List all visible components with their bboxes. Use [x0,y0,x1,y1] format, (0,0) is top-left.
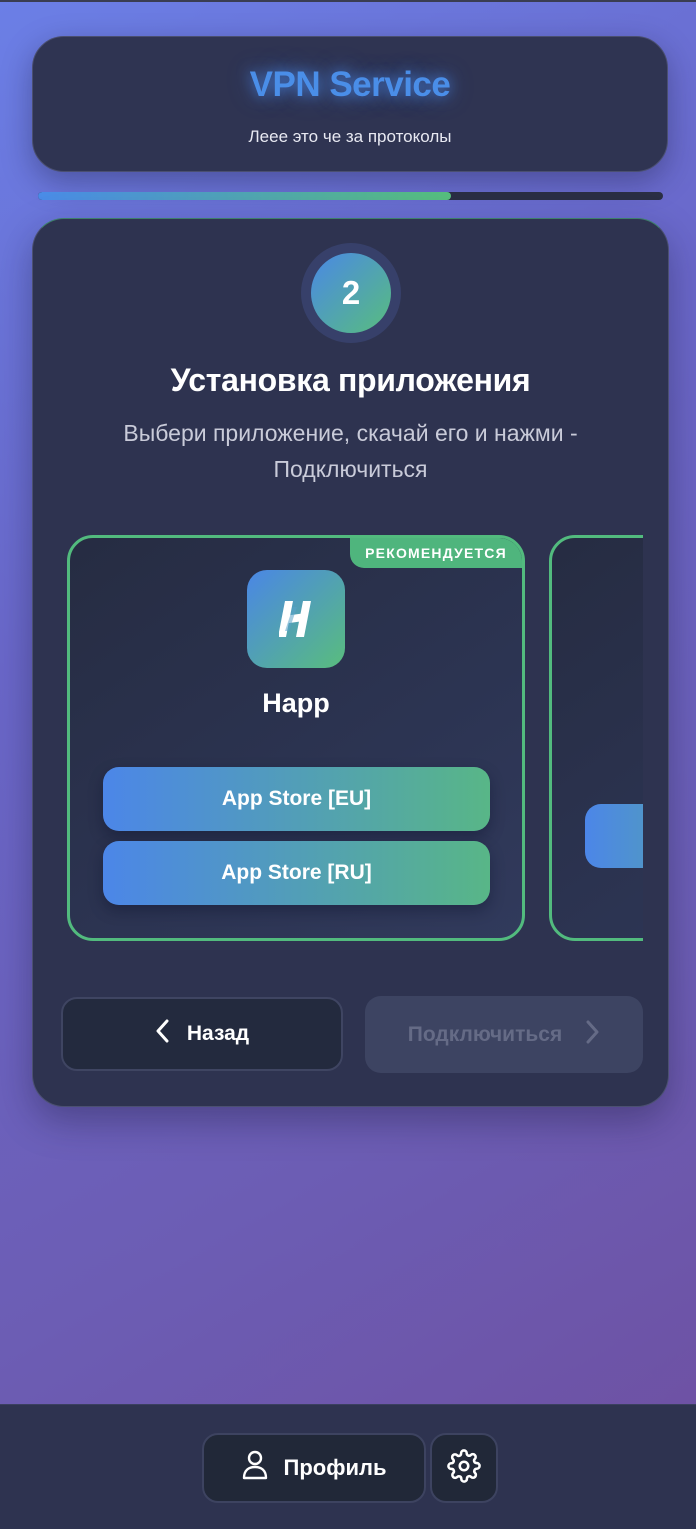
app-store-eu-button[interactable]: App Store [EU] [103,767,490,831]
app-card-happ[interactable]: РЕКОМЕНДУЕТСЯ Happ App Store [EU] App St… [67,535,525,941]
app-carousel[interactable]: РЕКОМЕНДУЕТСЯ Happ App Store [EU] App St… [65,535,643,945]
connect-button[interactable]: Подключиться [365,996,643,1073]
gear-icon [447,1448,481,1488]
chevron-left-icon [155,1019,169,1049]
step-number: 2 [311,253,391,333]
app-store-ru-button[interactable]: App Store [RU] [103,841,490,905]
app-name: Happ [262,688,330,718]
step-title: Установка приложения [170,362,531,398]
progress-fill [38,192,451,200]
top-border [0,0,696,2]
recommended-badge: РЕКОМЕНДУЕТСЯ [350,538,522,568]
profile-label: Профиль [283,1455,387,1480]
brand-subtitle: Леее это че за протоколы [248,127,452,146]
step-card: 2 Установка приложения Выбери приложение… [32,218,669,1107]
step-indicator: 2 [301,243,401,343]
chevron-right-icon [586,1020,600,1050]
progress-bar [38,192,663,200]
bottom-bar: Профиль [0,1404,696,1529]
user-icon [242,1450,268,1486]
happ-logo-icon [247,570,345,668]
profile-button[interactable]: Профиль [202,1433,426,1503]
brand-title: VPN Service [249,65,451,104]
settings-button[interactable] [430,1433,498,1503]
step-description: Выбери приложение, скачай его и нажми - … [123,420,578,482]
connect-label: Подключиться [407,1022,563,1046]
back-label: Назад [186,1022,250,1045]
header-card: VPN Service Леее это че за протоколы [32,36,668,172]
app-card-next[interactable] [549,535,643,941]
back-button[interactable]: Назад [61,997,343,1071]
app-card-next-button[interactable] [585,804,643,868]
